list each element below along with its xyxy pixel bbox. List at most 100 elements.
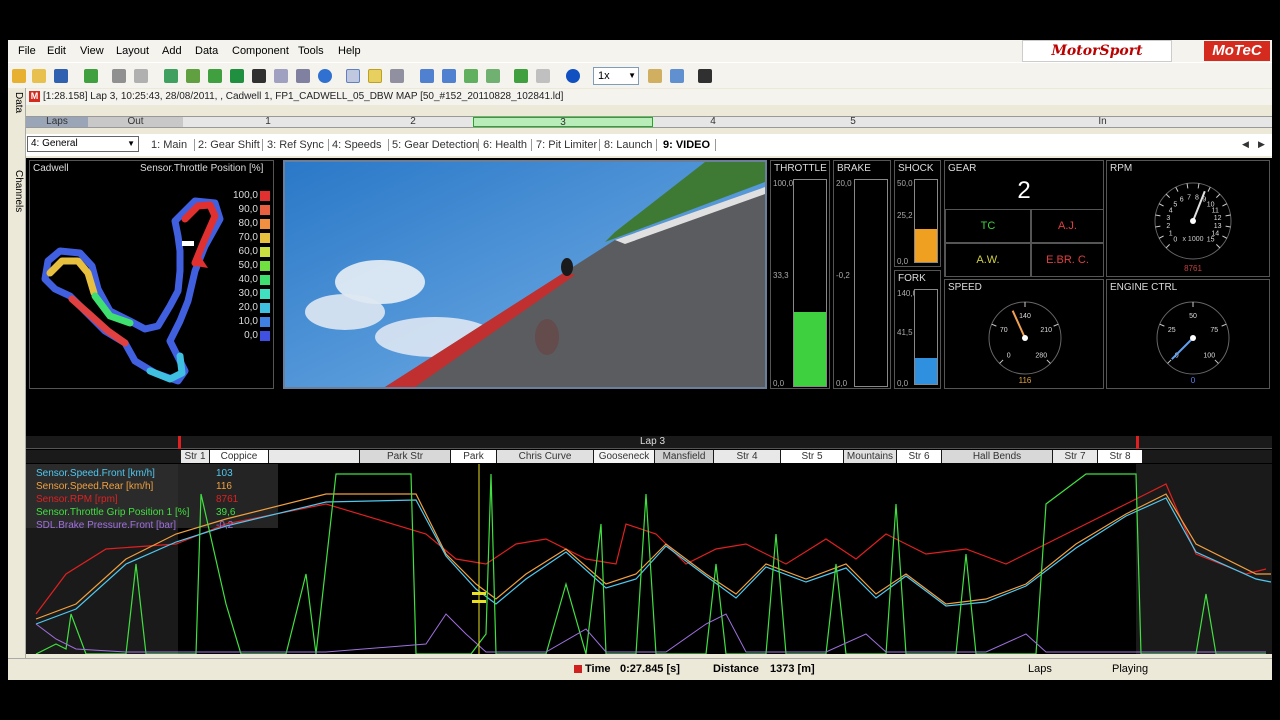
sector-park[interactable]: Park: [451, 450, 496, 463]
menu-view[interactable]: View: [80, 45, 104, 57]
lap-1[interactable]: 1: [183, 117, 353, 127]
tab-scroll-left-icon[interactable]: ◀: [1242, 139, 1249, 150]
video-lens-smudge: [535, 319, 559, 355]
table-icon[interactable]: [274, 69, 288, 83]
channel-name[interactable]: Sensor.Speed.Rear [km/h]: [36, 481, 153, 492]
fork-mid: 41,5: [897, 328, 913, 337]
worksheet-tabs-bar: 4: General ▼ 1: Main 2: Gear Shift 3: Ref…: [26, 134, 1272, 156]
side-tab-data[interactable]: Data: [10, 92, 24, 113]
step-forward-icon[interactable]: [442, 69, 456, 83]
shock-title: SHOCK: [898, 163, 934, 174]
new-icon[interactable]: [12, 69, 26, 83]
sector-hall-bends[interactable]: Hall Bends: [942, 450, 1052, 463]
lap-4[interactable]: 4: [653, 117, 773, 127]
import-icon[interactable]: [84, 69, 98, 83]
layout-icon[interactable]: [368, 69, 382, 83]
excel-icon[interactable]: [230, 69, 244, 83]
tab-health[interactable]: 6: Health: [483, 139, 527, 151]
channel-name[interactable]: SDL.Brake Pressure.Front [bar]: [36, 520, 176, 531]
lap-out[interactable]: Out: [88, 117, 183, 127]
tab-gear-shift[interactable]: 2: Gear Shift: [198, 139, 260, 151]
tab-scroll-right-icon[interactable]: ▶: [1258, 139, 1265, 150]
menu-file[interactable]: File: [18, 45, 36, 57]
playback-speed-value: 1x: [598, 70, 610, 82]
marker-icon[interactable]: [464, 69, 478, 83]
legend-value: 10,0: [238, 316, 258, 327]
sector-str1[interactable]: Str 1: [181, 450, 209, 463]
film-icon[interactable]: [252, 69, 266, 83]
lap-in[interactable]: In: [933, 117, 1272, 127]
sector-blank[interactable]: [269, 450, 359, 463]
channel-name[interactable]: Sensor.RPM [rpm]: [36, 494, 118, 505]
lap-icon[interactable]: [208, 69, 222, 83]
sector-str8[interactable]: Str 8: [1098, 450, 1142, 463]
info-icon[interactable]: [318, 69, 332, 83]
legend-value: 90,0: [238, 204, 258, 215]
side-tab-data-label: Data: [13, 92, 24, 114]
gauge-tick-label: 140: [1019, 313, 1031, 320]
sector-str7[interactable]: Str 7: [1053, 450, 1097, 463]
tab-launch[interactable]: 8: Launch: [604, 139, 652, 151]
marker-add-icon[interactable]: [486, 69, 500, 83]
list-icon[interactable]: [296, 69, 310, 83]
menu-help[interactable]: Help: [338, 45, 361, 57]
sector-str6[interactable]: Str 6: [897, 450, 941, 463]
laps-bar[interactable]: Laps Out 1 2 3 4 5 In: [26, 116, 1272, 128]
sector-chris-curve[interactable]: Chris Curve: [497, 450, 593, 463]
track-map-panel[interactable]: Cadwell Sensor.Throttle Position [%] 100…: [29, 160, 274, 389]
sector-str5[interactable]: Str 5: [781, 450, 843, 463]
properties-icon[interactable]: [648, 69, 662, 83]
lap-5[interactable]: 5: [773, 117, 933, 127]
filter-icon[interactable]: [186, 69, 200, 83]
menu-layout[interactable]: Layout: [116, 45, 149, 57]
tab-gear-detection[interactable]: 5: Gear Detection: [392, 139, 478, 151]
tab-divider: [531, 139, 532, 151]
menu-data[interactable]: Data: [195, 45, 218, 57]
finish-line-marker: [182, 241, 194, 246]
sector-park-str[interactable]: Park Str: [360, 450, 450, 463]
menu-tools[interactable]: Tools: [298, 45, 324, 57]
workbook-select[interactable]: 4: General ▼: [27, 136, 139, 152]
menu-edit[interactable]: Edit: [47, 45, 66, 57]
onboard-video-panel[interactable]: [283, 160, 767, 389]
tab-main[interactable]: 1: Main: [151, 139, 187, 151]
sector-mansfield[interactable]: Mansfield: [655, 450, 713, 463]
tab-ref-sync[interactable]: 3: Ref Sync: [267, 139, 324, 151]
sector-mountains[interactable]: Mountains: [844, 450, 896, 463]
side-tab-channels[interactable]: Channels: [10, 170, 24, 212]
grid-icon[interactable]: [390, 69, 404, 83]
tab-video[interactable]: 9: VIDEO: [663, 139, 710, 151]
lap-3[interactable]: 3: [473, 117, 653, 128]
sector-str4[interactable]: Str 4: [714, 450, 780, 463]
open-folder-icon[interactable]: [32, 69, 46, 83]
zoom-in-icon[interactable]: [514, 69, 528, 83]
lap-2[interactable]: 2: [353, 117, 473, 127]
print-preview-icon[interactable]: [134, 69, 148, 83]
clock-icon[interactable]: [346, 69, 360, 83]
status-bar: Time 0:27.845 [s] Distance 1373 [m] Laps…: [8, 658, 1272, 680]
stop-icon[interactable]: [566, 69, 580, 83]
sector-coppice[interactable]: Coppice: [210, 450, 268, 463]
sector-gooseneck[interactable]: Gooseneck: [594, 450, 654, 463]
gear-title: GEAR: [948, 163, 977, 174]
chevron-down-icon: ▼: [127, 139, 135, 148]
time-distance-plot[interactable]: Lap 3 Str 1 Coppice Park Str Park Chris …: [26, 433, 1272, 654]
gear-panel: GEAR 2 TC A.J. A.W. E.BR. C.: [944, 160, 1104, 277]
refresh-icon[interactable]: [164, 69, 178, 83]
menu-component[interactable]: Component: [232, 45, 289, 57]
fork-bar: [914, 289, 938, 385]
camera-icon[interactable]: [698, 69, 712, 83]
zoom-out-icon[interactable]: [536, 69, 550, 83]
channel-name[interactable]: Sensor.Speed.Front [km/h]: [36, 468, 155, 479]
save-icon[interactable]: [54, 69, 68, 83]
tab-pit-limiter[interactable]: 7: Pit Limiter: [536, 139, 597, 151]
playback-speed-select[interactable]: 1x ▼: [593, 67, 639, 85]
print-icon[interactable]: [112, 69, 126, 83]
window-icon[interactable]: [670, 69, 684, 83]
legend-row: 60,0: [228, 245, 272, 259]
menu-add[interactable]: Add: [162, 45, 182, 57]
video-cloud: [305, 294, 385, 330]
step-back-icon[interactable]: [420, 69, 434, 83]
tab-speeds[interactable]: 4: Speeds: [332, 139, 382, 151]
channel-name[interactable]: Sensor.Throttle Grip Position 1 [%]: [36, 507, 189, 518]
